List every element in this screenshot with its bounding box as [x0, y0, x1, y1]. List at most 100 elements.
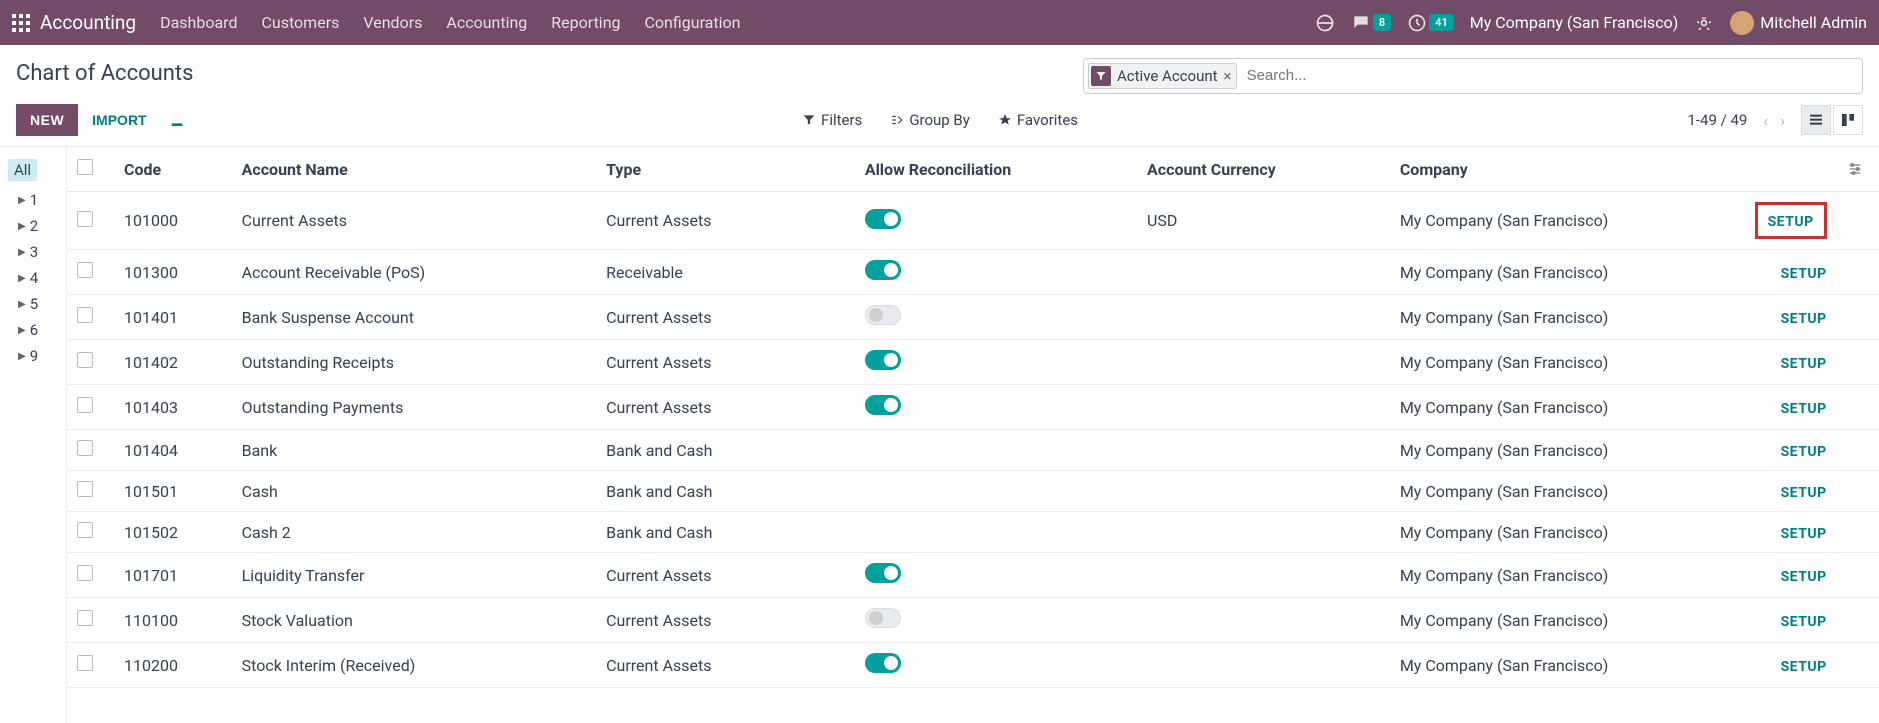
setup-button[interactable]: SETUP — [1781, 569, 1827, 585]
setup-button[interactable]: SETUP — [1781, 614, 1827, 630]
pager-text[interactable]: 1-49 / 49 — [1687, 111, 1747, 129]
kanban-view-button[interactable] — [1833, 105, 1863, 135]
reconcile-toggle[interactable] — [865, 305, 901, 325]
row-checkbox[interactable] — [77, 655, 93, 671]
pager-prev[interactable]: ‹ — [1759, 107, 1772, 134]
favorites-button[interactable]: Favorites — [998, 111, 1078, 129]
reconcile-toggle[interactable] — [865, 209, 901, 229]
header-currency[interactable]: Account Currency — [1137, 147, 1390, 192]
table-row[interactable]: 101502Cash 2Bank and CashMy Company (San… — [67, 512, 1879, 553]
tree-all[interactable]: All — [8, 159, 37, 181]
table-row[interactable]: 101701Liquidity TransferCurrent AssetsMy… — [67, 553, 1879, 598]
caret-icon: ▶ — [18, 325, 26, 336]
table-row[interactable]: 101404BankBank and CashMy Company (San F… — [67, 430, 1879, 471]
cell-type: Current Assets — [596, 295, 855, 340]
reconcile-toggle[interactable] — [865, 350, 901, 370]
setup-button[interactable]: SETUP — [1781, 659, 1827, 675]
header-type[interactable]: Type — [596, 147, 855, 192]
cell-name: Stock Interim (Received) — [232, 643, 597, 688]
reconcile-toggle[interactable] — [865, 608, 901, 628]
reconcile-toggle[interactable] — [865, 260, 901, 280]
setup-button[interactable]: SETUP — [1781, 444, 1827, 460]
cell-company: My Company (San Francisco) — [1390, 512, 1719, 553]
row-checkbox[interactable] — [77, 440, 93, 456]
menu-accounting[interactable]: Accounting — [446, 13, 527, 32]
row-checkbox[interactable] — [77, 565, 93, 581]
tree-item-4[interactable]: ▶4 — [8, 265, 58, 291]
setup-button[interactable]: SETUP — [1781, 485, 1827, 501]
tree-item-1[interactable]: ▶1 — [8, 187, 58, 213]
row-checkbox[interactable] — [77, 481, 93, 497]
row-checkbox[interactable] — [77, 397, 93, 413]
cell-currency — [1137, 295, 1390, 340]
cell-company: My Company (San Francisco) — [1390, 192, 1719, 250]
table-row[interactable]: 101300Account Receivable (PoS)Receivable… — [67, 250, 1879, 295]
filters-button[interactable]: Filters — [802, 111, 862, 129]
facet-remove[interactable]: × — [1224, 67, 1232, 85]
table-row[interactable]: 101000Current AssetsCurrent AssetsUSDMy … — [67, 192, 1879, 250]
header-reconcile[interactable]: Allow Reconciliation — [855, 147, 1137, 192]
list-view-button[interactable] — [1801, 105, 1831, 135]
menu-vendors[interactable]: Vendors — [363, 13, 422, 32]
setup-button[interactable]: SETUP — [1781, 356, 1827, 372]
column-settings-icon[interactable] — [1837, 147, 1879, 192]
menu-dashboard[interactable]: Dashboard — [160, 13, 237, 32]
row-checkbox[interactable] — [77, 262, 93, 278]
activities-icon[interactable]: 41 — [1407, 13, 1454, 33]
reconcile-toggle[interactable] — [865, 563, 901, 583]
pager-next[interactable]: › — [1776, 107, 1789, 134]
header-name[interactable]: Account Name — [232, 147, 597, 192]
setup-button[interactable]: SETUP — [1768, 214, 1814, 230]
cell-reconcile — [855, 430, 1137, 471]
header-code[interactable]: Code — [114, 147, 232, 192]
table-row[interactable]: 110100Stock ValuationCurrent AssetsMy Co… — [67, 598, 1879, 643]
new-button[interactable]: NEW — [16, 104, 78, 136]
tree-item-2[interactable]: ▶2 — [8, 213, 58, 239]
setup-button[interactable]: SETUP — [1781, 266, 1827, 282]
row-checkbox[interactable] — [77, 522, 93, 538]
row-checkbox[interactable] — [77, 610, 93, 626]
table-row[interactable]: 101403Outstanding PaymentsCurrent Assets… — [67, 385, 1879, 430]
search-box[interactable]: Active Account × — [1083, 58, 1863, 94]
search-input[interactable] — [1243, 63, 1858, 88]
cell-type: Receivable — [596, 250, 855, 295]
table-row[interactable]: 101401Bank Suspense AccountCurrent Asset… — [67, 295, 1879, 340]
app-title[interactable]: Accounting — [40, 11, 136, 34]
cell-reconcile — [855, 250, 1137, 295]
company-selector[interactable]: My Company (San Francisco) — [1470, 13, 1679, 32]
cell-code: 110100 — [114, 598, 232, 643]
apps-icon[interactable] — [12, 14, 30, 32]
row-checkbox[interactable] — [77, 211, 93, 227]
reconcile-toggle[interactable] — [865, 395, 901, 415]
cell-currency — [1137, 598, 1390, 643]
header-company[interactable]: Company — [1390, 147, 1719, 192]
support-icon[interactable] — [1315, 13, 1335, 33]
groupby-button[interactable]: Group By — [890, 111, 970, 129]
user-menu[interactable]: Mitchell Admin — [1730, 11, 1867, 35]
caret-icon: ▶ — [18, 273, 26, 284]
cell-name: Cash — [232, 471, 597, 512]
setup-button[interactable]: SETUP — [1781, 311, 1827, 327]
table-row[interactable]: 101501CashBank and CashMy Company (San F… — [67, 471, 1879, 512]
tree-item-9[interactable]: ▶9 — [8, 343, 58, 369]
debug-icon[interactable] — [1694, 13, 1714, 33]
tree-item-6[interactable]: ▶6 — [8, 317, 58, 343]
cell-company: My Company (San Francisco) — [1390, 643, 1719, 688]
menu-customers[interactable]: Customers — [261, 13, 339, 32]
setup-button[interactable]: SETUP — [1781, 526, 1827, 542]
import-button[interactable]: IMPORT — [78, 104, 160, 136]
tree-item-3[interactable]: ▶3 — [8, 239, 58, 265]
download-icon[interactable] — [161, 104, 193, 136]
reconcile-toggle[interactable] — [865, 653, 901, 673]
messages-icon[interactable]: 8 — [1351, 13, 1391, 33]
setup-button[interactable]: SETUP — [1781, 401, 1827, 417]
row-checkbox[interactable] — [77, 307, 93, 323]
table-row[interactable]: 101402Outstanding ReceiptsCurrent Assets… — [67, 340, 1879, 385]
cell-code: 101404 — [114, 430, 232, 471]
table-row[interactable]: 110200Stock Interim (Received)Current As… — [67, 643, 1879, 688]
row-checkbox[interactable] — [77, 352, 93, 368]
menu-configuration[interactable]: Configuration — [645, 13, 741, 32]
select-all-checkbox[interactable] — [77, 159, 93, 175]
menu-reporting[interactable]: Reporting — [551, 13, 620, 32]
tree-item-5[interactable]: ▶5 — [8, 291, 58, 317]
